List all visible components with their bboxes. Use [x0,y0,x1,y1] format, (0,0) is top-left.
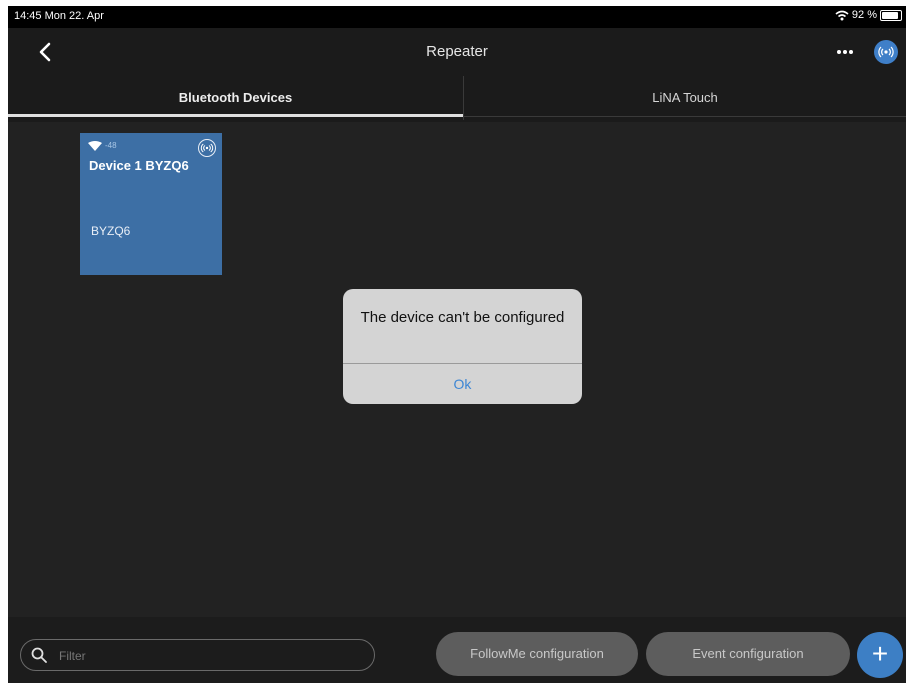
ok-button[interactable]: Ok [343,364,582,404]
device-card[interactable]: -48 Device 1 BYZQ6 BYZQ6 [80,133,222,275]
more-options-icon[interactable] [834,42,856,62]
bottom-toolbar: FollowMe configuration Event configurati… [8,617,906,683]
followme-configuration-button[interactable]: FollowMe configuration [436,632,638,676]
repeater-broadcast-button[interactable] [874,40,898,64]
event-configuration-button[interactable]: Event configuration [646,632,850,676]
device-broadcast-icon [198,139,216,157]
search-icon [31,647,47,663]
battery-icon [880,9,902,21]
app-screen: 14:45 Mon 22. Apr 92 % Repeater Bluetoot… [8,6,906,683]
wifi-icon [835,10,849,20]
page-title: Repeater [426,43,488,60]
signal-strength: -48 [105,141,117,150]
dialog-message: The device can't be configured [360,309,565,326]
battery-level [882,11,898,19]
alert-dialog: The device can't be configured Ok [343,289,582,404]
add-button[interactable]: + [857,632,903,678]
status-time: 14:45 Mon 22. Apr [14,10,104,22]
broadcast-icon [878,46,894,58]
active-tab-indicator [8,114,463,117]
device-code: BYZQ6 [91,224,131,238]
signal-icon [88,141,102,151]
filter-field[interactable] [20,639,375,671]
navigation-bar: Repeater [8,28,906,76]
tab-bar-border [463,116,906,117]
status-bar: 14:45 Mon 22. Apr 92 % [8,6,906,28]
status-right: 92 % [835,9,902,21]
filter-input[interactable] [57,645,361,667]
device-name: Device 1 BYZQ6 [89,158,189,173]
battery-percent: 92 % [851,9,877,21]
tab-lina-touch[interactable]: LiNA Touch [464,76,906,120]
